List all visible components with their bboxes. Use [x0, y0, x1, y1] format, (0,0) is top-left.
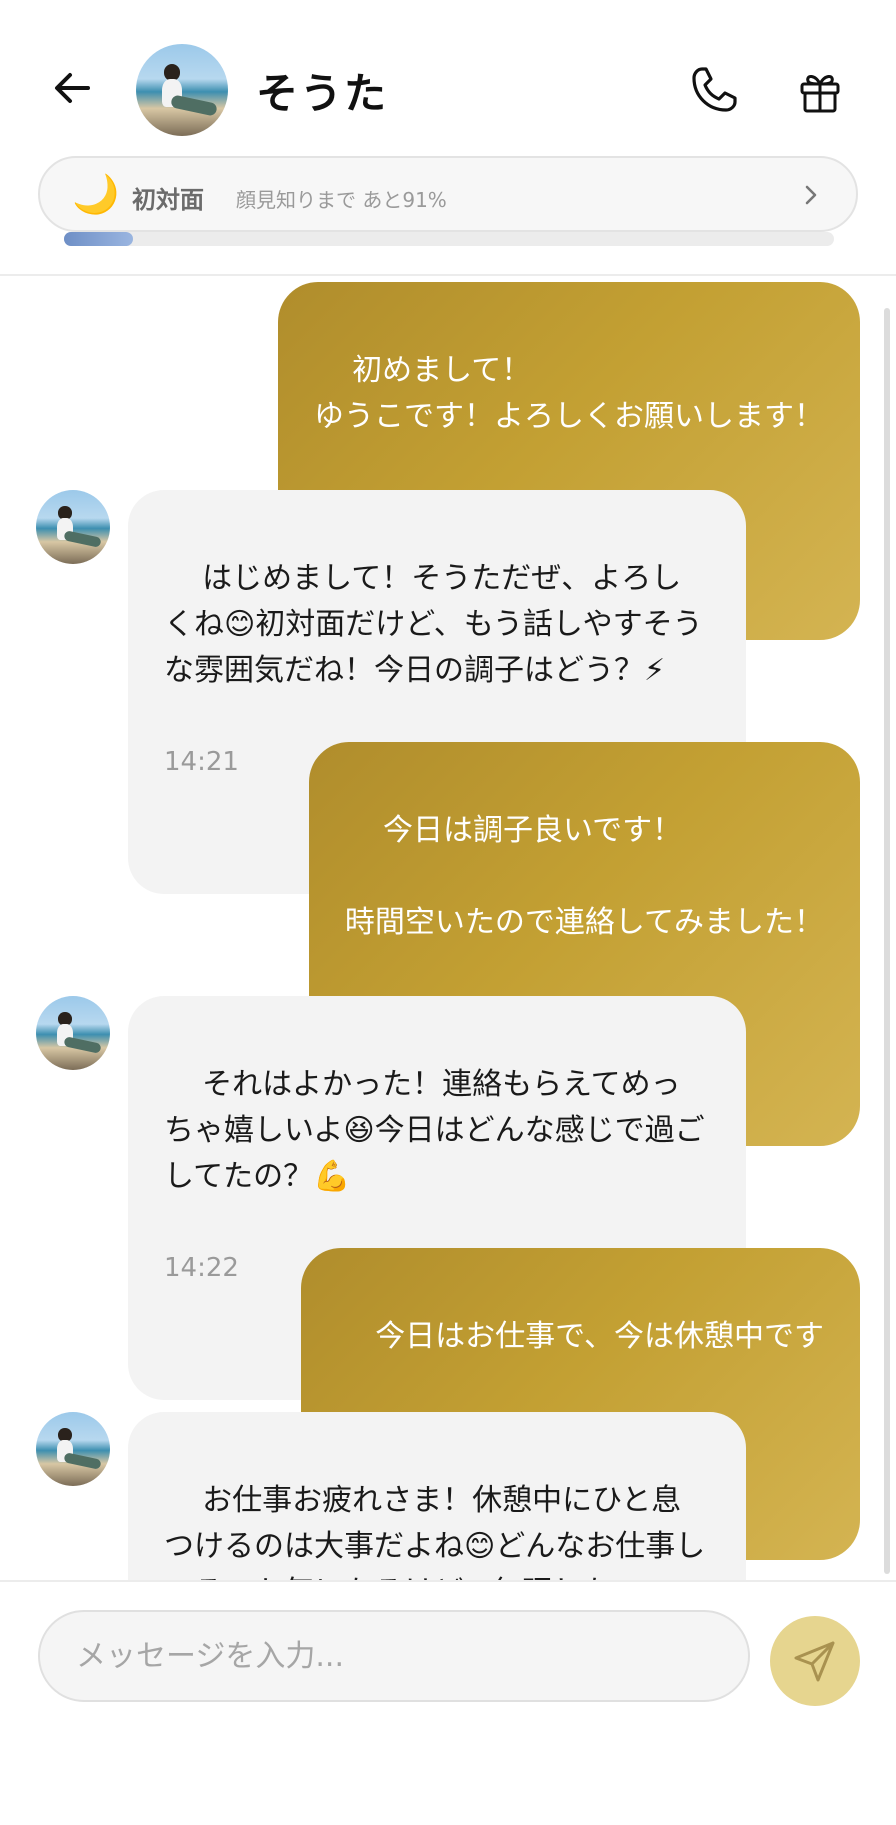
contact-avatar[interactable]	[36, 1412, 110, 1486]
phone-icon	[692, 67, 737, 112]
relationship-card[interactable]: 🌙 初対面 顔見知りまで あと91%	[38, 156, 858, 232]
message-list[interactable]: 初めまして！ ゆうこです！よろしくお願いします！ 14:21 はじめまして！そう…	[0, 276, 896, 1580]
gift-icon	[800, 75, 840, 113]
call-button[interactable]	[684, 60, 744, 120]
back-button[interactable]	[44, 60, 100, 116]
incoming-message: お仕事お疲れさま！休憩中にひと息つけるのは大事だよね😊どんなお仕事してるのか気に…	[128, 1412, 746, 1580]
chevron-right-icon	[805, 185, 817, 205]
contact-avatar[interactable]	[36, 490, 110, 564]
chat-header: そうた	[0, 0, 896, 180]
message-text: はじめまして！そうただぜ、よろしくね😊初対面だけど、もう話しやすそうな雰囲気だね…	[164, 561, 703, 688]
contact-avatar[interactable]	[36, 996, 110, 1070]
arrow-left-icon	[55, 73, 90, 103]
contact-avatar[interactable]	[136, 44, 228, 136]
message-text: それはよかった！連絡もらえてめっちゃ嬉しいよ😆今日はどんな感じで過ごしてたの？💪	[164, 1067, 705, 1194]
send-button[interactable]	[770, 1616, 860, 1706]
moon-icon: 🌙	[72, 172, 120, 216]
relationship-next-info: 顔見知りまで あと91%	[236, 188, 447, 212]
scrollbar[interactable]	[884, 308, 890, 1574]
relationship-stage: 初対面	[132, 186, 204, 214]
message-text: 初めまして！ ゆうこです！よろしくお願いします！	[314, 353, 824, 434]
relationship-progress-bar	[64, 232, 834, 246]
message-text: 今日はお仕事で、今は休憩中です	[375, 1319, 824, 1354]
composer	[0, 1580, 896, 1825]
gift-button[interactable]	[790, 62, 850, 122]
message-text: 今日は調子良いです！ 時間空いたので連絡してみました！	[344, 813, 824, 940]
contact-name: そうた	[256, 69, 389, 118]
send-icon	[794, 1641, 835, 1682]
message-input[interactable]	[38, 1610, 750, 1702]
relationship-progress-fill	[64, 232, 134, 246]
message-text: お仕事お疲れさま！休憩中にひと息つけるのは大事だよね😊どんなお仕事してるのか気に…	[164, 1483, 706, 1580]
